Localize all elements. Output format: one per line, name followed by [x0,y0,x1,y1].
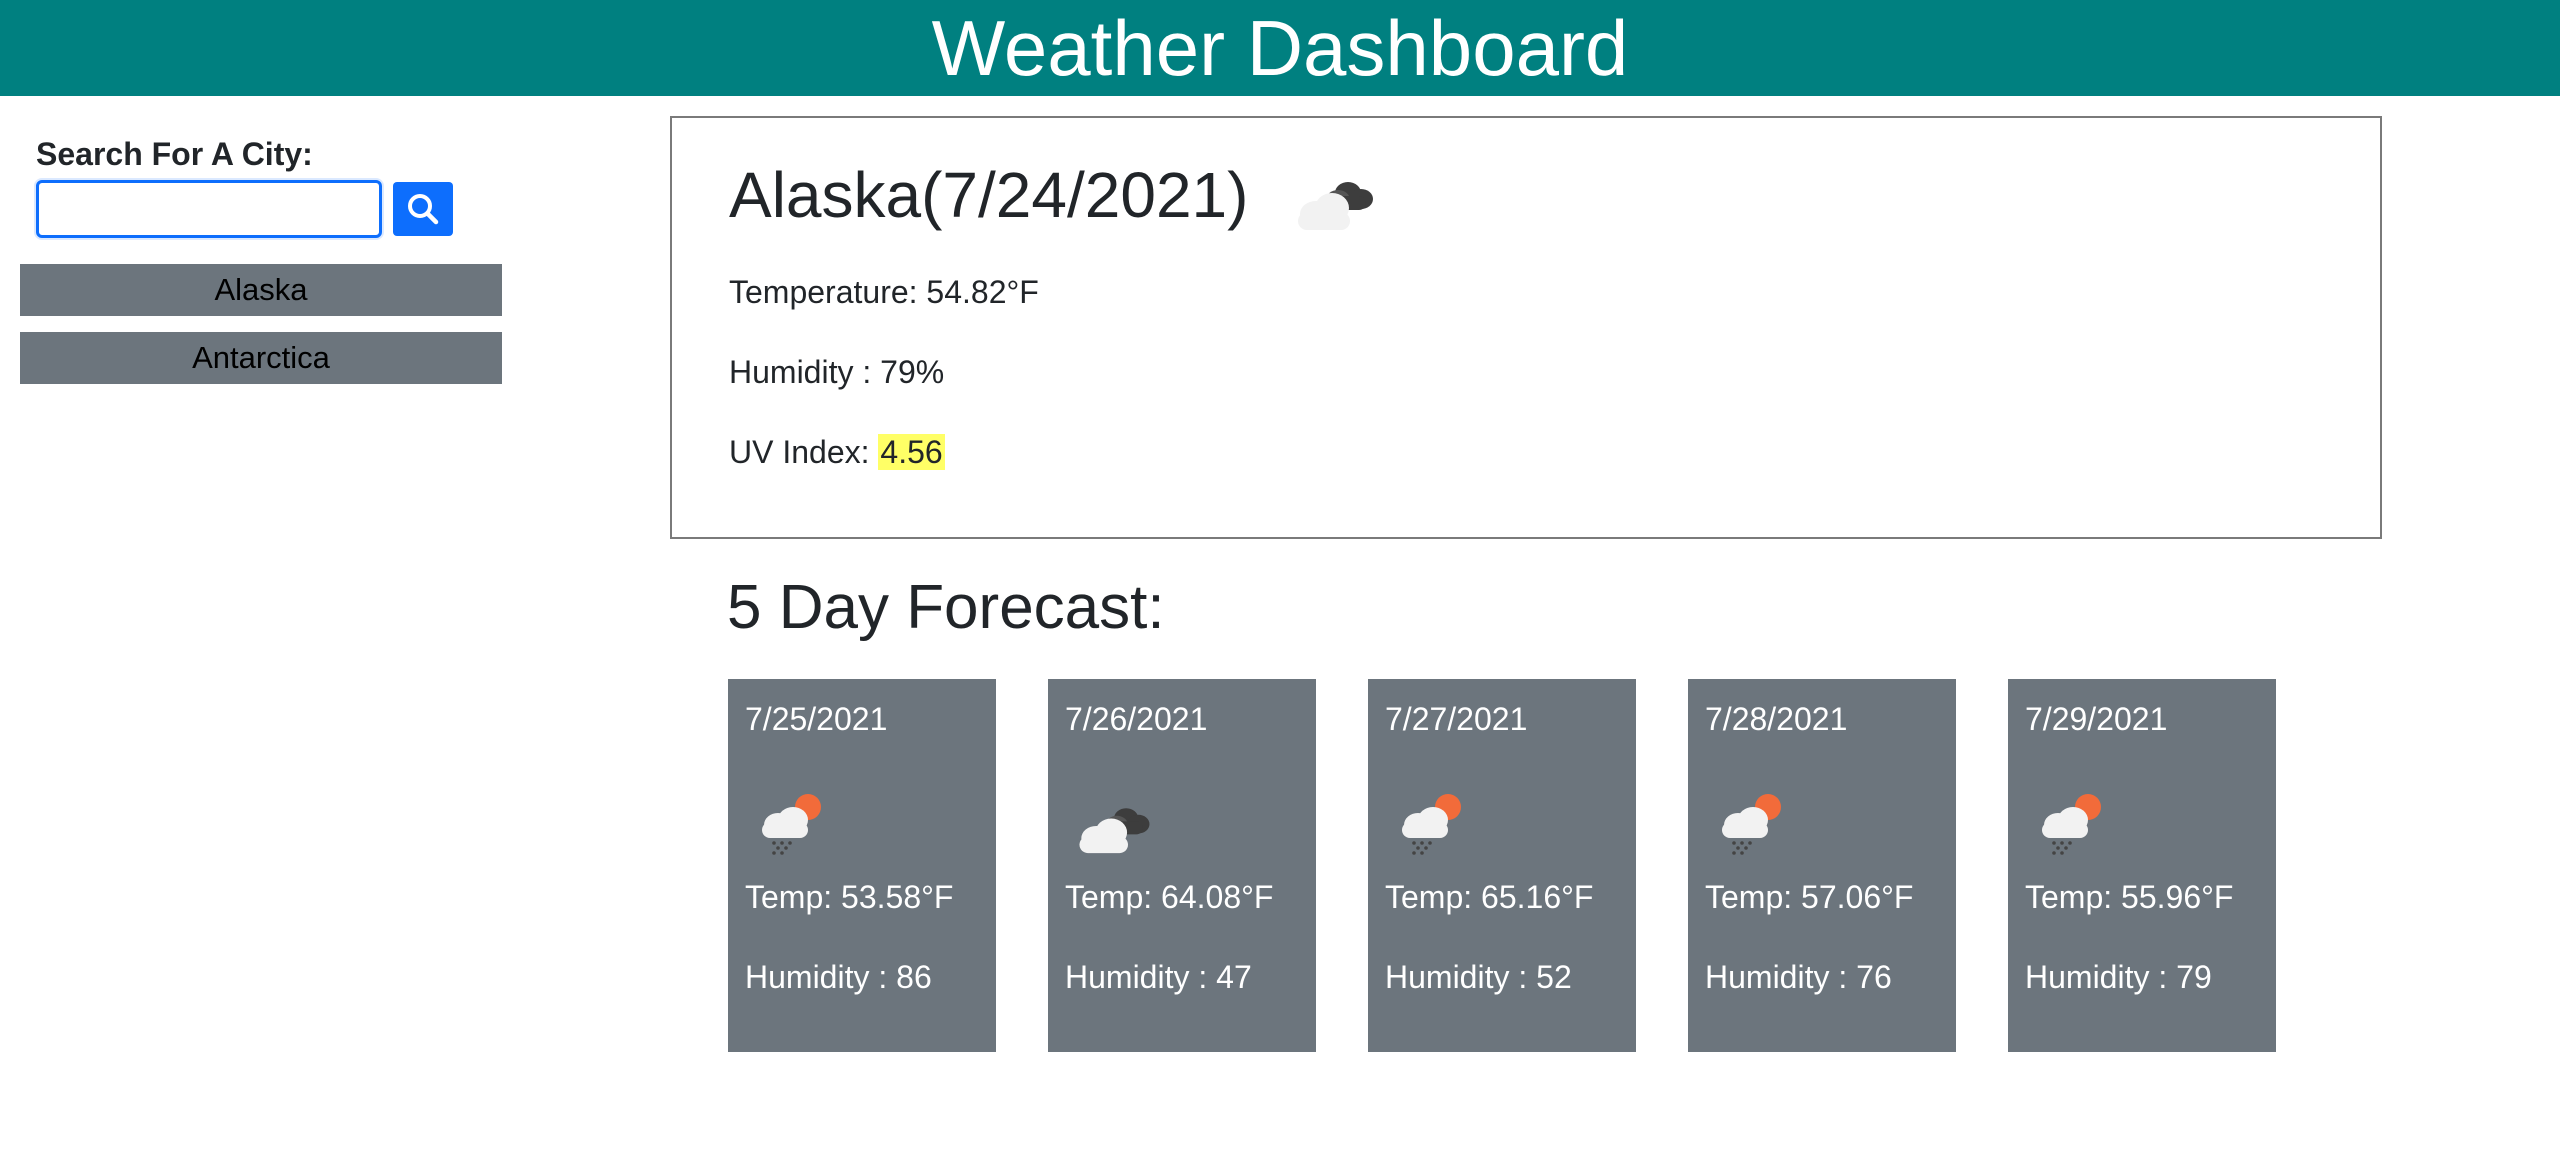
forecast-date: 7/26/2021 [1065,701,1208,737]
forecast-humidity: Humidity : 79 [2025,959,2212,995]
forecast-card: 7/25/2021 Temp: 53.58°F Humidity : 86 [728,679,996,1052]
search-icon [408,194,439,225]
forecast-card: 7/26/2021 Temp: 64.08°F Humidity : 47 [1048,679,1316,1052]
clouds-icon [1072,793,1156,859]
forecast-temp: Temp: 65.16°F [1385,879,1594,915]
rain-sun-icon [1708,789,1792,857]
forecast-heading: 5 Day Forecast: [727,573,1165,642]
rain-sun-icon [1388,789,1472,857]
forecast-temp: Temp: 53.58°F [745,879,954,915]
forecast-humidity: Humidity : 52 [1385,959,1572,995]
rain-sun-icon [2028,789,2112,857]
forecast-temp: Temp: 57.06°F [1705,879,1914,915]
current-uv-index: UV Index: 4.56 [729,434,945,471]
search-button[interactable] [393,182,453,236]
forecast-date: 7/29/2021 [2025,701,2168,737]
forecast-date: 7/25/2021 [745,701,888,737]
city-search-input[interactable] [36,180,382,238]
forecast-humidity: Humidity : 76 [1705,959,1892,995]
uv-value-badge: 4.56 [878,434,945,470]
forecast-card: 7/29/2021 Temp: 55.96°F Humidity : 79 [2008,679,2276,1052]
history-button-antarctica[interactable]: Antarctica [20,332,502,384]
clouds-icon [1290,166,1380,236]
forecast-temp: Temp: 55.96°F [2025,879,2234,915]
current-temperature: Temperature: 54.82°F [729,274,1039,310]
current-city-title: Alaska(7/24/2021) [729,159,1249,231]
page-title: Weather Dashboard [931,4,1629,92]
history-button-alaska[interactable]: Alaska [20,264,502,316]
current-weather-card: Alaska(7/24/2021) Temperature: 54.82°F H… [670,116,2382,539]
search-label: Search For A City: [36,136,313,172]
forecast-card: 7/27/2021 Temp: 65.16°F Humidity : 52 [1368,679,1636,1052]
page-header: Weather Dashboard [0,0,2560,96]
rain-sun-icon [748,789,832,857]
forecast-temp: Temp: 64.08°F [1065,879,1274,915]
forecast-humidity: Humidity : 47 [1065,959,1252,995]
current-humidity: Humidity : 79% [729,354,945,390]
uv-label: UV Index: [729,434,870,470]
forecast-humidity: Humidity : 86 [745,959,932,995]
forecast-card: 7/28/2021 Temp: 57.06°F Humidity : 76 [1688,679,1956,1052]
forecast-date: 7/28/2021 [1705,701,1848,737]
forecast-date: 7/27/2021 [1385,701,1528,737]
